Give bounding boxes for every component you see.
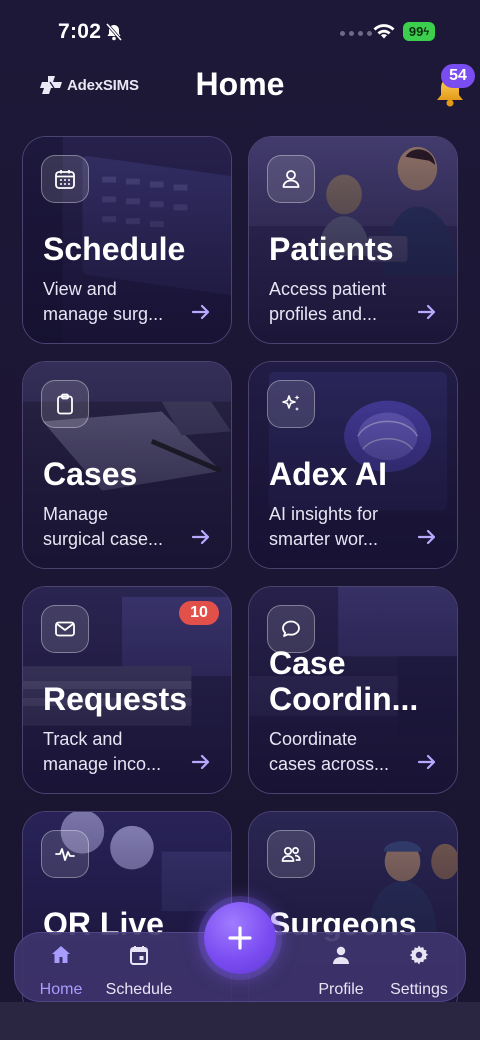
person-icon (333, 946, 349, 964)
people-icon (267, 830, 315, 878)
card-description-line: Access patient (269, 279, 387, 299)
card-description-line: AI insights for (269, 504, 379, 524)
arrow-right-icon (417, 754, 436, 770)
bell-slash-icon (105, 23, 123, 41)
card-description-line: profiles and... (269, 304, 378, 324)
status-bar: 7:02 99 ϟ (0, 0, 480, 64)
card-description-line: View and (43, 279, 117, 299)
card-title: Cases (43, 456, 138, 492)
calendar-icon (41, 155, 89, 203)
card-title-line: Case (269, 645, 346, 681)
plus-icon (228, 926, 252, 950)
app-header: AdexSIMS Home 54 (0, 60, 480, 116)
card-patients[interactable]: Patients Access patient profiles and... (248, 136, 458, 344)
card-description: Coordinate cases across... (269, 727, 417, 777)
arrow-right-icon (417, 529, 436, 545)
battery-level: 99 (408, 24, 424, 39)
home-icon (52, 946, 70, 963)
arrow-right-icon (417, 304, 436, 320)
requests-count-badge: 10 (179, 601, 219, 625)
card-description-line: manage surg... (43, 304, 164, 324)
home-indicator-area (0, 1002, 480, 1040)
add-button[interactable] (204, 902, 276, 974)
nav-schedule-label: Schedule (105, 981, 173, 998)
card-title: Adex AI (269, 456, 387, 492)
cellular-signal-icon (340, 31, 372, 36)
calendar-icon (130, 946, 148, 965)
arrow-right-icon (191, 529, 210, 545)
person-icon (267, 155, 315, 203)
card-description-line: Manage (43, 504, 109, 524)
card-description-line: Track and (43, 729, 123, 749)
arrow-right-icon (191, 304, 210, 320)
arrow-right-icon (191, 754, 210, 770)
card-description-line: Coordinate (269, 729, 358, 749)
nav-schedule[interactable]: Schedule (99, 943, 179, 999)
sparkles-icon (267, 380, 315, 428)
card-title: Requests (43, 681, 188, 717)
card-description: AI insights for smarter wor... (269, 502, 417, 552)
card-title: Patients (269, 231, 394, 267)
card-schedule[interactable]: Schedule View and manage surg... (22, 136, 232, 344)
card-description: Access patient profiles and... (269, 277, 417, 327)
card-description: View and manage surg... (43, 277, 191, 327)
nav-home-label: Home (39, 981, 83, 998)
clipboard-icon (41, 380, 89, 428)
nav-home[interactable]: Home (21, 943, 101, 999)
page-title: Home (195, 66, 285, 102)
nav-settings[interactable]: Settings (379, 943, 459, 999)
nav-settings-label: Settings (390, 981, 448, 998)
card-title-line: Coordin... (269, 681, 419, 717)
card-case-coordination[interactable]: Case Coordin... Coordinate cases across.… (248, 586, 458, 794)
mail-icon (41, 605, 89, 653)
card-adex-ai[interactable]: Adex AI AI insights for smarter wor... (248, 361, 458, 569)
card-description-line: surgical case... (43, 529, 164, 549)
app-screen: 7:02 99 ϟ AdexSIMS Home 54 Schedule View… (0, 0, 480, 1040)
notification-badge: 54 (441, 64, 475, 88)
card-description-line: cases across... (269, 754, 390, 774)
nav-profile[interactable]: Profile (301, 943, 381, 999)
card-description: Manage surgical case... (43, 502, 191, 552)
card-title: Schedule (43, 231, 186, 267)
card-cases[interactable]: Cases Manage surgical case... (22, 361, 232, 569)
gear-icon (409, 945, 429, 965)
wifi-icon (373, 24, 395, 39)
card-description-line: manage inco... (43, 754, 162, 774)
card-description-line: smarter wor... (269, 529, 379, 549)
status-time: 7:02 (58, 20, 102, 43)
card-requests[interactable]: 10 Requests Track and manage inco... (22, 586, 232, 794)
pulse-icon (41, 830, 89, 878)
nav-profile-label: Profile (318, 981, 364, 998)
card-title: Case Coordin... (269, 645, 418, 717)
battery-icon: 99 ϟ (403, 22, 435, 41)
card-description: Track and manage inco... (43, 727, 191, 777)
